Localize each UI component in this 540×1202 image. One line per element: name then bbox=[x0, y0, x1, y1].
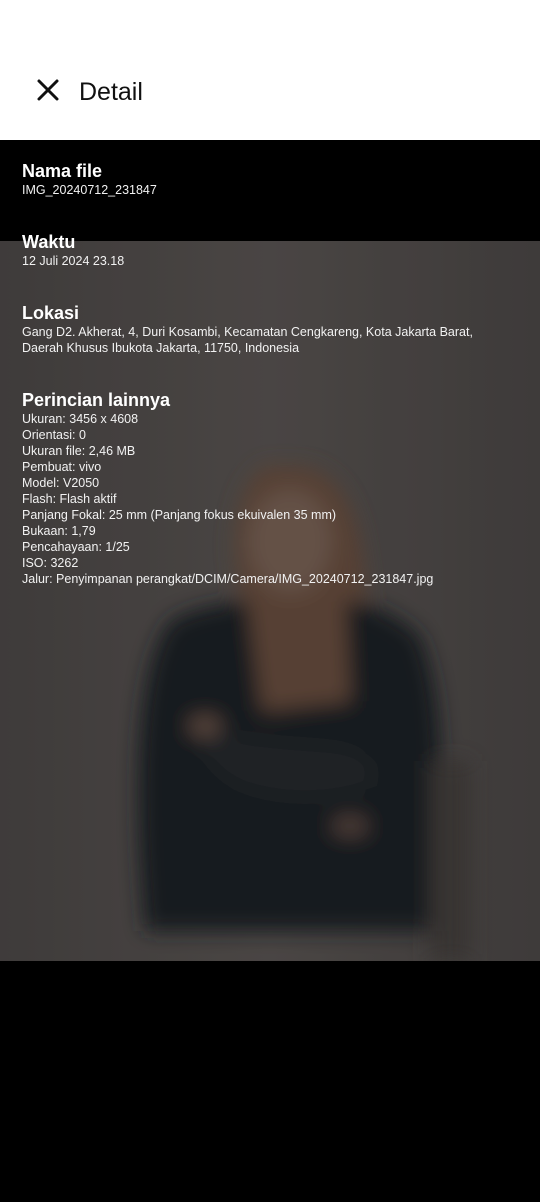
detail-aperture: Bukaan: 1,79 bbox=[22, 524, 96, 538]
section-title: Nama file bbox=[22, 161, 103, 181]
close-icon bbox=[36, 78, 60, 107]
section-location: Lokasi Gang D2. Akherat, 4, Duri Kosambi… bbox=[22, 302, 522, 356]
detail-path: Jalur: Penyimpanan perangkat/DCIM/Camera… bbox=[22, 572, 434, 586]
detail-exposure: Pencahayaan: 1/25 bbox=[22, 540, 130, 554]
detail-iso: ISO: 3262 bbox=[22, 556, 79, 570]
location-line: Gang D2. Akherat, 4, Duri Kosambi, Kecam… bbox=[22, 325, 473, 339]
detail-maker: Pembuat: vivo bbox=[22, 460, 102, 474]
detail-focal-length: Panjang Fokal: 25 mm (Panjang fokus ekui… bbox=[22, 508, 337, 522]
section-title: Lokasi bbox=[22, 303, 80, 323]
dark-overlay bbox=[0, 140, 540, 1202]
detail-size: Ukuran: 3456 x 4608 bbox=[22, 412, 139, 426]
section-time: Waktu 12 Juli 2024 23.18 bbox=[22, 231, 522, 269]
app-bar: Detail bbox=[0, 0, 540, 140]
section-title: Waktu bbox=[22, 232, 76, 252]
section-file-name: Nama file IMG_20240712_231847 bbox=[22, 160, 522, 198]
section-other-details: Perincian lainnya Ukuran: 3456 x 4608 Or… bbox=[22, 389, 522, 587]
photo-detail-screen: Detail Nama file IMG_20240712_231847 Wak… bbox=[0, 0, 540, 1202]
time-value: 12 Juli 2024 23.18 bbox=[22, 254, 125, 268]
location-line: Daerah Khusus Ibukota Jakarta, 11750, In… bbox=[22, 341, 300, 355]
section-title: Perincian lainnya bbox=[22, 390, 171, 410]
page-title: Detail bbox=[79, 78, 143, 106]
detail-orientation: Orientasi: 0 bbox=[22, 428, 86, 442]
detail-model: Model: V2050 bbox=[22, 476, 100, 490]
detail-flash: Flash: Flash aktif bbox=[22, 492, 117, 506]
file-name-value: IMG_20240712_231847 bbox=[22, 183, 157, 197]
close-button[interactable] bbox=[26, 70, 70, 114]
detail-file-size: Ukuran file: 2,46 MB bbox=[22, 444, 136, 458]
